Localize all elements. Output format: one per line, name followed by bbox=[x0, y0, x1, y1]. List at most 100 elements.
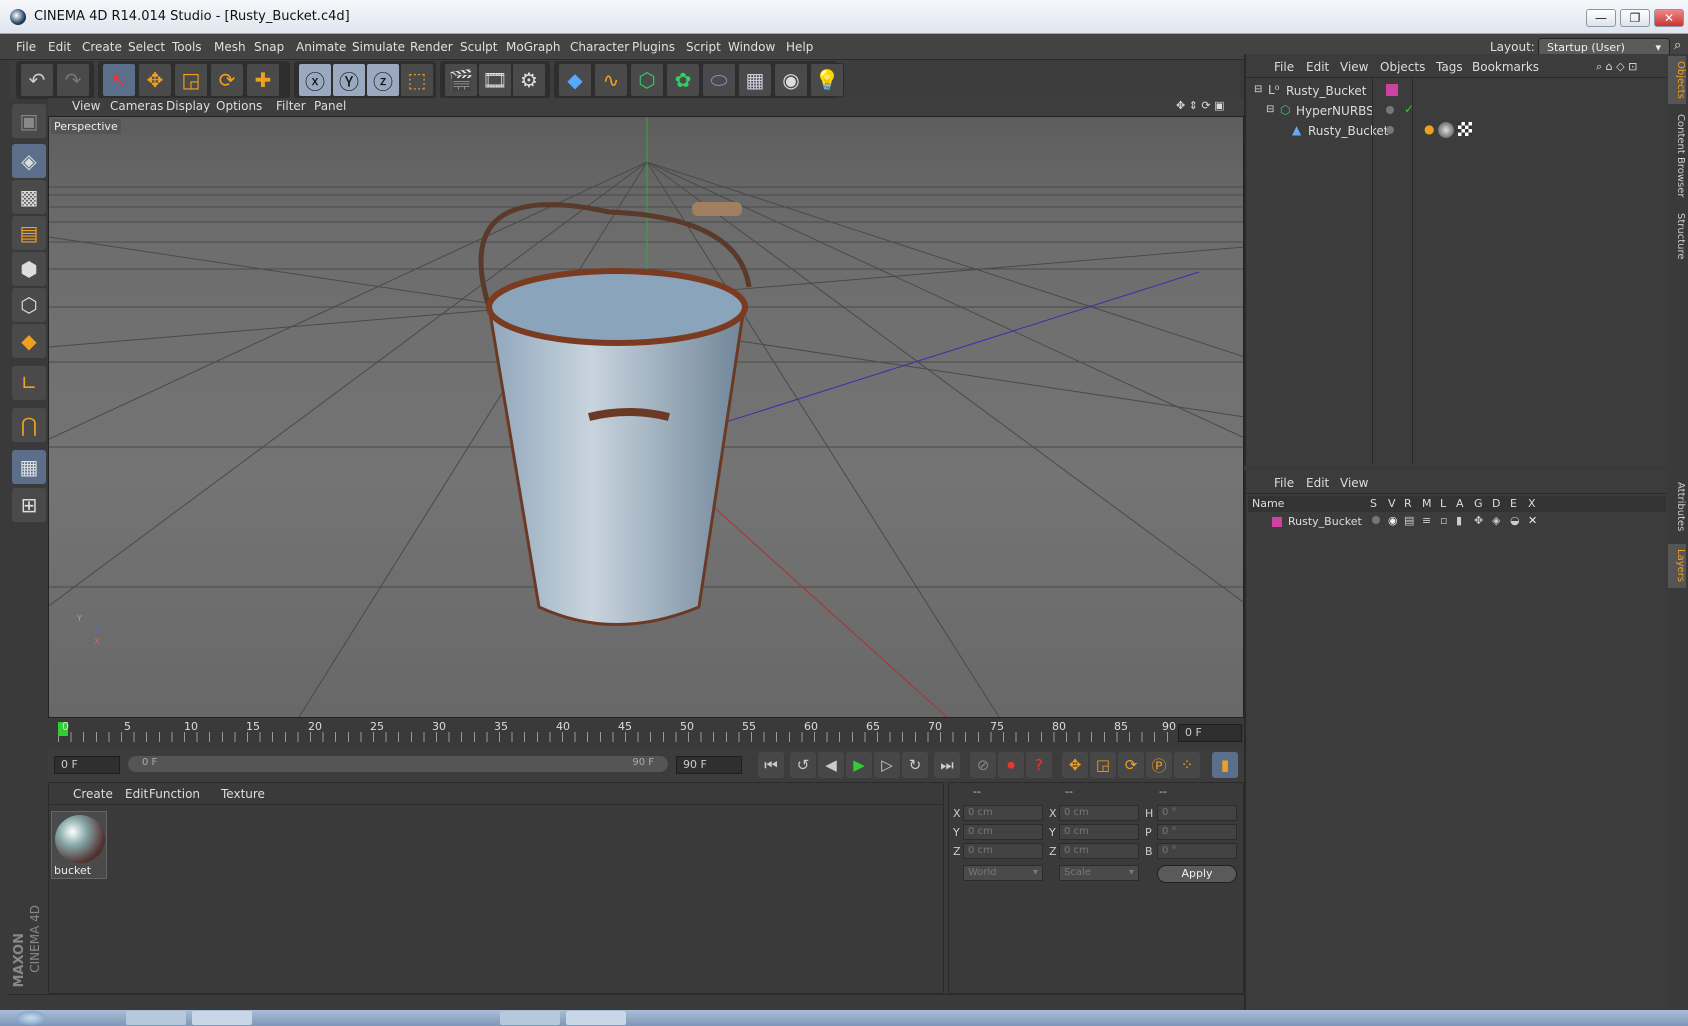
size-y-field[interactable]: 0 cm bbox=[1059, 824, 1139, 840]
tab-attributes[interactable]: Attributes bbox=[1668, 474, 1686, 540]
go-to-start-icon[interactable]: ⏮ bbox=[758, 752, 784, 778]
viewport-menu-filter[interactable]: Filter bbox=[276, 99, 306, 113]
viewport-menu-panel[interactable]: Panel bbox=[314, 99, 346, 113]
position-z-field[interactable]: 0 cm bbox=[963, 843, 1043, 859]
autokey-icon[interactable]: ⏺ bbox=[998, 752, 1024, 778]
x-axis-lock-icon[interactable]: ⓧ bbox=[298, 63, 332, 97]
coord-system-dropdown[interactable]: World ▾ bbox=[963, 865, 1043, 881]
cube-primitive-icon[interactable]: ◆ bbox=[558, 63, 592, 97]
layer-row[interactable]: Rusty_Bucket ◉ ▤ ≡ ▫ ▮ ✥ ◈ ◒ ✕ bbox=[1248, 514, 1666, 532]
phong-tag-icon[interactable]: ● bbox=[1424, 122, 1434, 136]
previous-frame-icon[interactable]: ◀ bbox=[818, 752, 844, 778]
frame-range-slider[interactable]: 0 F 90 F bbox=[128, 756, 668, 772]
taskbar-app[interactable] bbox=[192, 1011, 252, 1025]
deformer-icon[interactable]: ⬭ bbox=[702, 63, 736, 97]
menu-select[interactable]: Select bbox=[128, 40, 165, 54]
render-view-icon[interactable]: 🎬 bbox=[444, 63, 478, 97]
object-menu-objects[interactable]: Objects bbox=[1380, 60, 1425, 74]
layer-manager-icon[interactable]: ≡ bbox=[1422, 514, 1431, 527]
object-menu-edit[interactable]: Edit bbox=[1306, 60, 1329, 74]
search-icon[interactable]: ⌕ bbox=[1674, 38, 1681, 53]
key-pla-icon[interactable]: ⁘ bbox=[1174, 752, 1200, 778]
layer-menu-edit[interactable]: Edit bbox=[1306, 476, 1329, 490]
menu-edit[interactable]: Edit bbox=[48, 40, 71, 54]
start-button[interactable] bbox=[16, 1011, 46, 1025]
restore-button[interactable]: ❐ bbox=[1620, 9, 1650, 27]
taskbar-app[interactable] bbox=[126, 1011, 186, 1025]
material-menu-create[interactable]: Create bbox=[73, 787, 113, 801]
layer-visibility-eye-icon[interactable]: ◉ bbox=[1388, 514, 1398, 527]
rotation-h-field[interactable]: 0 ° bbox=[1157, 805, 1237, 821]
live-selection-icon[interactable]: ↖ bbox=[102, 63, 136, 97]
visibility-dots[interactable] bbox=[1386, 123, 1397, 137]
minimize-button[interactable]: — bbox=[1586, 9, 1616, 27]
material-menu-function[interactable]: Function bbox=[149, 787, 200, 801]
render-settings-icon[interactable]: ⚙ bbox=[512, 63, 546, 97]
key-scale-icon[interactable]: ◲ bbox=[1090, 752, 1116, 778]
size-z-field[interactable]: 0 cm bbox=[1059, 843, 1139, 859]
model-mode-icon[interactable]: ◈ bbox=[12, 144, 46, 178]
object-row[interactable]: ⊟ L⁰ Rusty_Bucket bbox=[1248, 82, 1666, 102]
menu-simulate[interactable]: Simulate bbox=[352, 40, 405, 54]
locked-workplane-icon[interactable]: ⊞ bbox=[12, 488, 46, 522]
size-mode-dropdown[interactable]: Scale ▾ bbox=[1059, 865, 1139, 881]
layer-lock-icon[interactable]: ▫ bbox=[1440, 514, 1447, 527]
edges-mode-icon[interactable]: ⬡ bbox=[12, 288, 46, 322]
tab-structure[interactable]: Structure bbox=[1668, 206, 1686, 266]
camera-icon[interactable]: ◉ bbox=[774, 63, 808, 97]
menu-mesh[interactable]: Mesh bbox=[214, 40, 246, 54]
viewport-menu-view[interactable]: View bbox=[72, 99, 100, 113]
menu-character[interactable]: Character bbox=[570, 40, 629, 54]
visibility-dots[interactable] bbox=[1386, 103, 1397, 117]
size-x-field[interactable]: 0 cm bbox=[1059, 805, 1139, 821]
viewport-menu-options[interactable]: Options bbox=[216, 99, 262, 113]
keyframe-selection-icon[interactable]: ? bbox=[1026, 752, 1052, 778]
snap-magnet-icon[interactable]: ⋂ bbox=[12, 408, 46, 442]
play-icon[interactable]: ▶ bbox=[846, 752, 872, 778]
y-axis-lock-icon[interactable]: Ⓨ bbox=[332, 63, 366, 97]
layer-color-swatch[interactable] bbox=[1272, 517, 1282, 527]
material-menu-texture[interactable]: Texture bbox=[221, 787, 265, 801]
menu-snap[interactable]: Snap bbox=[254, 40, 284, 54]
layer-solo-toggle[interactable] bbox=[1372, 514, 1383, 527]
layer-render-icon[interactable]: ▤ bbox=[1404, 514, 1414, 527]
floor-icon[interactable]: ▦ bbox=[738, 63, 772, 97]
next-frame-icon[interactable]: ▷ bbox=[874, 752, 900, 778]
scale-icon[interactable]: ◲ bbox=[174, 63, 208, 97]
object-row[interactable]: ▲ Rusty_Bucket ● bbox=[1248, 122, 1666, 142]
workplane-lock-icon[interactable]: ▦ bbox=[12, 450, 46, 484]
rotate-icon[interactable]: ⟳ bbox=[210, 63, 244, 97]
object-menu-file[interactable]: File bbox=[1274, 60, 1294, 74]
uvw-tag-icon[interactable] bbox=[1458, 122, 1472, 136]
object-manager-search-icon[interactable]: ⌕ ⌂ ◇ ⊡ bbox=[1596, 60, 1637, 74]
collapse-icon[interactable]: ⊟ bbox=[1254, 84, 1262, 95]
rotation-p-field[interactable]: 0 ° bbox=[1157, 824, 1237, 840]
current-frame-field[interactable]: 0 F bbox=[1178, 724, 1242, 742]
object-row[interactable]: ⊟ ⬡ HyperNURBS ✓ bbox=[1248, 102, 1666, 122]
key-parameter-icon[interactable]: Ⓟ bbox=[1146, 752, 1172, 778]
collapse-icon[interactable]: ⊟ bbox=[1266, 104, 1274, 115]
points-mode-icon[interactable]: ⬢ bbox=[12, 252, 46, 286]
object-menu-tags[interactable]: Tags bbox=[1436, 60, 1463, 74]
axis-mode-icon[interactable]: ∟ bbox=[12, 366, 46, 400]
taskbar-app[interactable] bbox=[566, 1011, 626, 1025]
light-icon[interactable]: 💡 bbox=[810, 63, 844, 97]
record-keys-icon[interactable]: ⊘ bbox=[970, 752, 996, 778]
key-position-icon[interactable]: ✥ bbox=[1062, 752, 1088, 778]
viewport-perspective[interactable]: Perspective Y Z X bbox=[48, 116, 1244, 718]
nurbs-icon[interactable]: ⬡ bbox=[630, 63, 664, 97]
make-editable-icon[interactable]: ▣ bbox=[12, 104, 46, 138]
material-menu-edit[interactable]: Edit bbox=[125, 787, 148, 801]
menu-create[interactable]: Create bbox=[82, 40, 122, 54]
object-menu-view[interactable]: View bbox=[1340, 60, 1368, 74]
material-tag-icon[interactable] bbox=[1438, 122, 1454, 138]
timeline-toggle-icon[interactable]: ▮ bbox=[1212, 752, 1238, 778]
menu-script[interactable]: Script bbox=[686, 40, 721, 54]
taskbar-app[interactable] bbox=[500, 1011, 560, 1025]
close-button[interactable]: ✕ bbox=[1654, 9, 1684, 27]
menu-mograph[interactable]: MoGraph bbox=[506, 40, 561, 54]
start-frame-field[interactable]: 0 F bbox=[54, 756, 120, 774]
viewport-navigation-icons[interactable]: ✥ ⇕ ⟳ ▣ bbox=[1176, 99, 1225, 112]
tab-objects[interactable]: Objects bbox=[1668, 56, 1686, 104]
layer-xref-icon[interactable]: ✕ bbox=[1528, 514, 1537, 527]
